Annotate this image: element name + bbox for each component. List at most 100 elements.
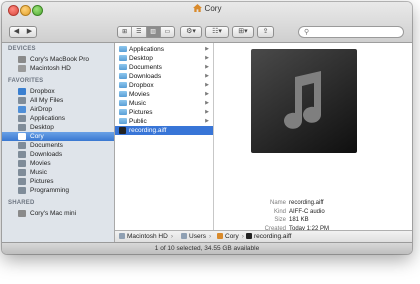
disclosure-arrow-icon: ▶ — [205, 46, 209, 52]
home-icon — [18, 133, 26, 140]
sidebar-item-label: Cory's MacBook Pro — [30, 56, 90, 63]
sidebar-item[interactable]: Cory's Mac mini — [2, 209, 114, 218]
hard-drive-icon — [119, 233, 125, 239]
folder-row[interactable]: Desktop ▶ — [115, 54, 213, 63]
info-value: 181 KB — [289, 217, 309, 223]
sidebar-item[interactable]: Movies — [2, 159, 114, 168]
home-icon — [217, 233, 223, 239]
arrange-menu-button[interactable]: ☷▾ — [205, 26, 229, 38]
disclosure-arrow-icon: ▶ — [205, 118, 209, 124]
sidebar-item[interactable]: Macintosh HD — [2, 64, 114, 73]
sidebar-item-label: Movies — [30, 160, 51, 167]
view-columns-button[interactable]: ▥ — [146, 27, 161, 37]
desktop-icon — [18, 124, 26, 131]
sidebar-item-label: AirDrop — [30, 106, 53, 113]
search-input[interactable]: ⚲ — [298, 26, 404, 38]
sidebar-item-label: Macintosh HD — [30, 65, 71, 72]
path-segment-label: Cory — [225, 233, 239, 240]
sidebar-item[interactable]: Dropbox — [2, 87, 114, 96]
sidebar-item-label: Dropbox — [30, 88, 55, 95]
sidebar-item-label: Pictures — [30, 178, 54, 185]
share-menu-button[interactable]: ⊞▾ — [232, 26, 254, 38]
status-bar: 1 of 10 selected, 34.55 GB available — [2, 242, 412, 254]
sidebar-item[interactable]: Desktop — [2, 123, 114, 132]
sidebar-item-label: Cory's Mac mini — [30, 210, 77, 217]
folder-icon — [119, 118, 127, 124]
path-separator-icon: › — [170, 233, 173, 240]
sidebar-item[interactable]: Documents — [2, 141, 114, 150]
album-art — [251, 49, 357, 153]
path-segment-label: recording.aiff — [254, 233, 292, 240]
sidebar-section-header: FAVORITES — [8, 78, 44, 84]
file-column: Applications ▶ Desktop ▶ Documents ▶ Downloads… — [115, 43, 214, 230]
laptop-icon — [18, 56, 26, 63]
downloads-icon — [18, 151, 26, 158]
sidebar-item[interactable]: Cory — [2, 132, 114, 141]
music-note-icon — [284, 71, 321, 129]
sidebar-section-header: DEVICES — [8, 46, 36, 52]
folder-icon — [181, 233, 187, 239]
item-label: recording.aiff — [129, 127, 167, 134]
folder-row[interactable]: Applications ▶ — [115, 45, 213, 54]
item-label: Documents — [129, 64, 162, 71]
view-mode-control[interactable]: ⊞ ☰ ▥ ▭ — [117, 26, 175, 38]
sidebar-item[interactable]: Music — [2, 168, 114, 177]
all-files-icon — [18, 97, 26, 104]
folder-row[interactable]: Downloads ▶ — [115, 72, 213, 81]
sidebar: DEVICES Cory's MacBook Pro Macintosh HD FAV… — [2, 43, 115, 242]
computer-icon — [18, 210, 26, 217]
sidebar-item-label: Downloads — [30, 151, 63, 158]
path-segment-label: Macintosh HD — [127, 233, 168, 240]
folder-icon — [119, 73, 127, 79]
sidebar-item-label: Applications — [30, 115, 66, 122]
info-key: Kind — [273, 208, 286, 215]
action-menu-button[interactable]: ⚙▾ — [180, 26, 202, 38]
folder-icon — [119, 46, 127, 52]
finder-window: Cory ◀ ▶ ⊞ ☰ ▥ ▭ ⚙▾ ☷▾ ⊞▾ ⇪ ⚲ DEVICES Cory… — [2, 2, 412, 254]
back-button[interactable]: ◀ — [10, 27, 23, 37]
sidebar-item[interactable]: AirDrop — [2, 105, 114, 114]
sidebar-item[interactable]: Downloads — [2, 150, 114, 159]
disclosure-arrow-icon: ▶ — [205, 91, 209, 97]
view-icons-button[interactable]: ⊞ — [118, 27, 133, 37]
sidebar-item-label: All My Files — [30, 97, 64, 104]
sidebar-item[interactable]: All My Files — [2, 96, 114, 105]
item-label: Public — [129, 118, 147, 125]
file-row[interactable]: recording.aiff — [115, 126, 213, 135]
sidebar-item[interactable]: Applications — [2, 114, 114, 123]
disclosure-arrow-icon: ▶ — [205, 109, 209, 115]
folder-row[interactable]: Public ▶ — [115, 117, 213, 126]
audio-file-icon — [119, 127, 126, 134]
music-icon — [18, 169, 26, 176]
back-forward-control[interactable]: ◀ ▶ — [9, 26, 37, 38]
folder-icon — [119, 64, 127, 70]
sidebar-item[interactable]: Programming — [2, 186, 114, 195]
folder-row[interactable]: Pictures ▶ — [115, 108, 213, 117]
sidebar-item-label: Programming — [30, 187, 70, 194]
preview-pane: Name recording.aiff Kind AIFF-C audio Size 18… — [214, 43, 412, 254]
airdrop-icon — [18, 106, 26, 113]
info-value: recording.aiff — [289, 200, 324, 206]
folder-row[interactable]: Movies ▶ — [115, 90, 213, 99]
view-coverflow-button[interactable]: ▭ — [161, 27, 174, 37]
view-list-button[interactable]: ☰ — [132, 27, 147, 37]
folder-row[interactable]: Music ▶ — [115, 99, 213, 108]
folder-row[interactable]: Dropbox ▶ — [115, 81, 213, 90]
folder-icon — [119, 109, 127, 115]
pictures-icon — [18, 178, 26, 185]
sidebar-item[interactable]: Cory's MacBook Pro — [2, 55, 114, 64]
folder-row[interactable]: Documents ▶ — [115, 63, 213, 72]
quicklook-button[interactable]: ⇪ — [257, 26, 274, 38]
sidebar-item[interactable]: Pictures — [2, 177, 114, 186]
item-label: Movies — [129, 91, 150, 98]
disclosure-arrow-icon: ▶ — [205, 55, 209, 61]
home-icon — [192, 4, 202, 12]
folder-icon — [119, 100, 127, 106]
forward-button[interactable]: ▶ — [23, 27, 36, 37]
item-label: Music — [129, 100, 146, 107]
disclosure-arrow-icon: ▶ — [205, 82, 209, 88]
sidebar-item-label: Music — [30, 169, 47, 176]
folder-icon — [119, 91, 127, 97]
movies-icon — [18, 160, 26, 167]
sidebar-item-label: Desktop — [30, 124, 54, 131]
